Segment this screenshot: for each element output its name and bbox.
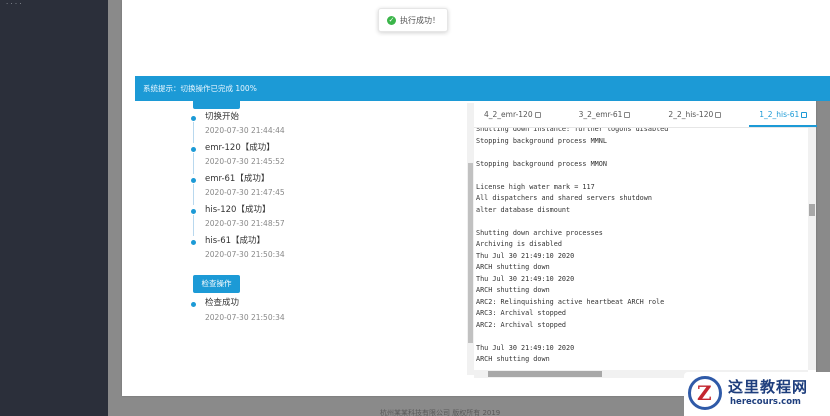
timeline-time: 2020-07-30 21:47:45 <box>205 188 285 197</box>
external-link-icon <box>801 112 808 118</box>
switch-operation-button[interactable] <box>193 101 240 109</box>
timeline-dot <box>191 209 196 214</box>
scrollbar-thumb[interactable] <box>468 163 473 343</box>
timeline-time: 2020-07-30 21:48:57 <box>205 219 285 228</box>
timeline-item: 切换开始 2020-07-30 21:44:44 <box>190 112 460 143</box>
scrollbar-thumb[interactable] <box>809 204 815 216</box>
toast-message: 执行成功！ <box>400 15 440 25</box>
timeline-item: his-61【成功】 2020-07-30 21:50:34 <box>190 236 460 267</box>
top-area <box>135 0 830 76</box>
tab-label: 1_2_his-61 <box>759 110 800 119</box>
external-link-icon <box>624 112 631 118</box>
log-output[interactable]: Shutting down instance: further logons d… <box>474 128 808 370</box>
sidebar: · · · · <box>0 0 108 416</box>
timeline-dot <box>191 147 196 152</box>
tab-3-2-emr-61[interactable]: 3_2_emr-61 <box>569 104 641 127</box>
timeline-dot <box>191 302 196 307</box>
timeline-title: emr-61【成功】 <box>205 174 270 184</box>
tab-label: 4_2_emr-120 <box>484 110 533 119</box>
check-result-time: 2020-07-30 21:50:34 <box>205 313 285 322</box>
check-result-item: 检查成功 2020-07-30 21:50:34 <box>190 298 285 323</box>
tab-2-2-his-120[interactable]: 2_2_his-120 <box>658 104 731 127</box>
scrollbar-thumb[interactable] <box>488 371 602 377</box>
timeline-dot <box>191 178 196 183</box>
check-result-title: 检查成功 <box>205 298 240 308</box>
success-toast: ✓ 执行成功！ <box>378 8 448 32</box>
check-operation-button[interactable]: 检查操作 <box>193 275 240 293</box>
timeline-item: emr-120【成功】 2020-07-30 21:45:52 <box>190 143 460 174</box>
timeline-time: 2020-07-30 21:50:34 <box>205 250 285 259</box>
timeline-time: 2020-07-30 21:44:44 <box>205 126 285 135</box>
watermark-cn: 这里教程网 <box>728 378 809 396</box>
system-banner: 系统提示：切换操作已完成 100% <box>135 76 830 101</box>
timeline-title: his-120【成功】 <box>205 205 271 215</box>
external-link-icon <box>534 112 541 118</box>
footer-copyright: 杭州某某科技有限公司 版权所有 2019 <box>380 409 501 416</box>
timeline-line <box>193 153 194 174</box>
timeline-item: his-120【成功】 2020-07-30 21:48:57 <box>190 205 460 236</box>
tab-4-2-emr-120[interactable]: 4_2_emr-120 <box>474 104 551 127</box>
timeline-title: emr-120【成功】 <box>205 143 275 153</box>
timeline-item: emr-61【成功】 2020-07-30 21:47:45 <box>190 174 460 205</box>
timeline-dot <box>191 240 196 245</box>
check-circle-icon: ✓ <box>387 15 396 25</box>
timeline-title: his-61【成功】 <box>205 236 266 246</box>
switch-timeline: 切换开始 2020-07-30 21:44:44 emr-120【成功】 202… <box>190 112 460 267</box>
timeline-time: 2020-07-30 21:45:52 <box>205 157 285 166</box>
timeline-title: 切换开始 <box>205 112 240 122</box>
log-vertical-scrollbar[interactable] <box>808 128 816 370</box>
tab-1-2-his-61[interactable]: 1_2_his-61 <box>749 104 818 127</box>
sidebar-text: · · · · <box>6 0 22 8</box>
timeline-line <box>193 184 194 205</box>
timeline-line <box>193 122 194 143</box>
watermark-en: herecours.com <box>730 397 801 407</box>
watermark-logo: Z 这里教程网 herecours.com <box>684 372 830 416</box>
timeline-dot <box>191 116 196 121</box>
log-tabs: 4_2_emr-120 3_2_emr-61 2_2_his-120 1_2_h… <box>474 104 818 128</box>
external-link-icon <box>715 112 722 118</box>
log-text: Shutting down instance: further logons d… <box>476 128 669 363</box>
tab-label: 3_2_emr-61 <box>578 110 623 119</box>
tab-label: 2_2_his-120 <box>668 110 714 119</box>
z-logo-icon: Z <box>688 376 722 410</box>
timeline-line <box>193 215 194 236</box>
timeline-scrollbar[interactable] <box>467 103 474 375</box>
